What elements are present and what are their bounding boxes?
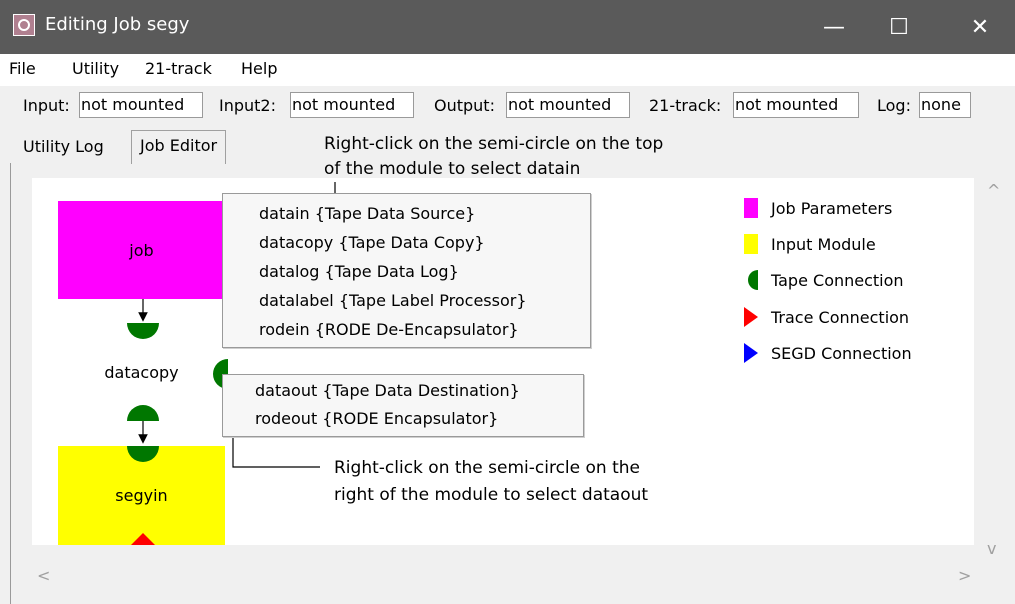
legend-trace-connection: Trace Connection bbox=[771, 308, 910, 327]
scroll-left-arrow-icon[interactable]: < bbox=[37, 567, 50, 585]
tape-connection-icon bbox=[748, 270, 758, 290]
menu-item-datain[interactable]: datain {Tape Data Source} bbox=[259, 202, 475, 226]
segyin-top-semicircle-icon bbox=[127, 446, 159, 462]
dataout-context-menu: dataout {Tape Data Destination} rodeout … bbox=[222, 374, 584, 437]
right-note-line2: right of the module to select dataout bbox=[334, 485, 649, 505]
legend-tape-connection: Tape Connection bbox=[771, 271, 904, 290]
segyin-trace-connection-icon bbox=[131, 533, 155, 545]
datacopy-bottom-semicircle-icon bbox=[127, 405, 159, 421]
right-note-line1: Right-click on the semi-circle on the bbox=[334, 458, 640, 478]
menu-item-datacopy[interactable]: datacopy {Tape Data Copy} bbox=[259, 231, 485, 255]
legend-job-parameters: Job Parameters bbox=[771, 199, 893, 218]
menu-item-datalog[interactable]: datalog {Tape Data Log} bbox=[259, 260, 459, 284]
scroll-right-arrow-icon[interactable]: > bbox=[958, 567, 971, 585]
menu-item-rodeout[interactable]: rodeout {RODE Encapsulator} bbox=[255, 407, 498, 431]
datacopy-top-semicircle-icon bbox=[127, 323, 159, 339]
input-module-swatch-icon bbox=[744, 234, 758, 254]
top-note-line1: Right-click on the semi-circle on the to… bbox=[324, 134, 664, 154]
job-parameters-swatch-icon bbox=[744, 198, 758, 218]
legend: Job Parameters Input Module Tape Connect… bbox=[740, 197, 960, 377]
datain-context-menu: datain {Tape Data Source} datacopy {Tape… bbox=[222, 193, 591, 348]
scroll-down-arrow-icon[interactable]: v bbox=[987, 540, 996, 558]
trace-connection-icon bbox=[744, 307, 758, 327]
legend-segd-connection: SEGD Connection bbox=[771, 344, 912, 363]
scroll-up-arrow-icon[interactable]: ^ bbox=[987, 182, 1000, 200]
menu-item-dataout[interactable]: dataout {Tape Data Destination} bbox=[255, 379, 520, 403]
segd-connection-icon bbox=[744, 343, 758, 363]
legend-input-module: Input Module bbox=[771, 235, 876, 254]
menu-item-rodein[interactable]: rodein {RODE De-Encapsulator} bbox=[259, 318, 519, 342]
menu-item-datalabel[interactable]: datalabel {Tape Label Processor} bbox=[259, 289, 527, 313]
top-note-line2: of the module to select datain bbox=[324, 159, 581, 179]
